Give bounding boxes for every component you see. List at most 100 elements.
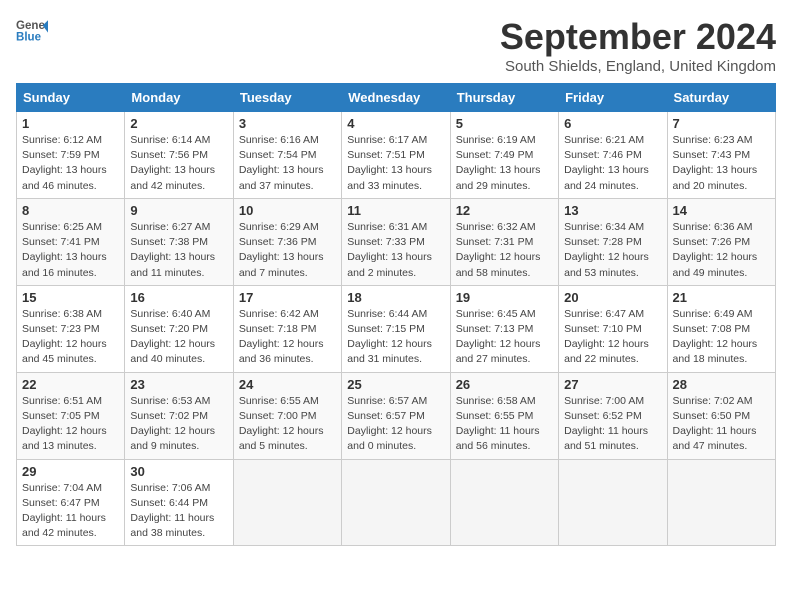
title-area: September 2024 South Shields, England, U… — [500, 16, 776, 75]
calendar-week-row: 8Sunrise: 6:25 AM Sunset: 7:41 PM Daylig… — [17, 198, 776, 285]
day-info: Sunrise: 7:02 AM Sunset: 6:50 PM Dayligh… — [673, 394, 770, 455]
day-number: 6 — [564, 116, 661, 131]
calendar-cell: 22Sunrise: 6:51 AM Sunset: 7:05 PM Dayli… — [17, 372, 125, 459]
day-info: Sunrise: 6:47 AM Sunset: 7:10 PM Dayligh… — [564, 307, 661, 368]
day-number: 19 — [456, 290, 553, 305]
day-info: Sunrise: 6:16 AM Sunset: 7:54 PM Dayligh… — [239, 133, 336, 194]
day-info: Sunrise: 6:12 AM Sunset: 7:59 PM Dayligh… — [22, 133, 119, 194]
day-number: 20 — [564, 290, 661, 305]
day-info: Sunrise: 6:42 AM Sunset: 7:18 PM Dayligh… — [239, 307, 336, 368]
day-info: Sunrise: 6:45 AM Sunset: 7:13 PM Dayligh… — [456, 307, 553, 368]
calendar-cell: 13 Sunrise: 6:34 AM Sunset: 7:28 PM Dayli… — [559, 198, 667, 285]
day-info: Sunrise: 6:32 AM Sunset: 7:31 PM Dayligh… — [456, 220, 553, 281]
day-number: 2 — [130, 116, 227, 131]
calendar-cell-empty — [559, 459, 667, 546]
day-info: Sunrise: 7:04 AM Sunset: 6:47 PM Dayligh… — [22, 481, 119, 542]
day-info: Sunrise: 6:44 AM Sunset: 7:15 PM Dayligh… — [347, 307, 444, 368]
location-subtitle: South Shields, England, United Kingdom — [500, 58, 776, 75]
calendar-cell: 3 Sunrise: 6:16 AM Sunset: 7:54 PM Daylig… — [233, 112, 341, 199]
day-number: 16 — [130, 290, 227, 305]
calendar-cell: 30 Sunrise: 7:06 AM Sunset: 6:44 PM Dayli… — [125, 459, 233, 546]
calendar-table: SundayMondayTuesdayWednesdayThursdayFrid… — [16, 83, 776, 546]
calendar-cell: 11Sunrise: 6:31 AM Sunset: 7:33 PM Dayli… — [342, 198, 450, 285]
day-number: 13 — [564, 203, 661, 218]
weekday-header-cell: Sunday — [17, 84, 125, 112]
calendar-cell: 4 Sunrise: 6:17 AM Sunset: 7:51 PM Daylig… — [342, 112, 450, 199]
day-info: Sunrise: 6:55 AM Sunset: 7:00 PM Dayligh… — [239, 394, 336, 455]
calendar-week-row: 29 Sunrise: 7:04 AM Sunset: 6:47 PM Dayli… — [17, 459, 776, 546]
day-info: Sunrise: 6:36 AM Sunset: 7:26 PM Dayligh… — [673, 220, 770, 281]
day-number: 22 — [22, 377, 119, 392]
day-info: Sunrise: 6:40 AM Sunset: 7:20 PM Dayligh… — [130, 307, 227, 368]
day-info: Sunrise: 6:34 AM Sunset: 7:28 PM Dayligh… — [564, 220, 661, 281]
calendar-cell: 1 Sunrise: 6:12 AM Sunset: 7:59 PM Daylig… — [17, 112, 125, 199]
calendar-cell: 14 Sunrise: 6:36 AM Sunset: 7:26 PM Dayli… — [667, 198, 775, 285]
day-number: 27 — [564, 377, 661, 392]
calendar-cell: 8Sunrise: 6:25 AM Sunset: 7:41 PM Daylig… — [17, 198, 125, 285]
logo: General Blue — [16, 16, 48, 44]
day-number: 1 — [22, 116, 119, 131]
day-info: Sunrise: 6:25 AM Sunset: 7:41 PM Dayligh… — [22, 220, 119, 281]
day-number: 4 — [347, 116, 444, 131]
day-info: Sunrise: 6:17 AM Sunset: 7:51 PM Dayligh… — [347, 133, 444, 194]
day-info: Sunrise: 6:21 AM Sunset: 7:46 PM Dayligh… — [564, 133, 661, 194]
calendar-cell: 9 Sunrise: 6:27 AM Sunset: 7:38 PM Daylig… — [125, 198, 233, 285]
day-number: 7 — [673, 116, 770, 131]
logo-icon: General Blue — [16, 16, 48, 44]
day-info: Sunrise: 6:27 AM Sunset: 7:38 PM Dayligh… — [130, 220, 227, 281]
weekday-header-cell: Monday — [125, 84, 233, 112]
calendar-header-row: SundayMondayTuesdayWednesdayThursdayFrid… — [17, 84, 776, 112]
weekday-header-cell: Tuesday — [233, 84, 341, 112]
calendar-cell: 26 Sunrise: 6:58 AM Sunset: 6:55 PM Dayli… — [450, 372, 558, 459]
calendar-week-row: 1 Sunrise: 6:12 AM Sunset: 7:59 PM Daylig… — [17, 112, 776, 199]
day-number: 21 — [673, 290, 770, 305]
day-info: Sunrise: 6:14 AM Sunset: 7:56 PM Dayligh… — [130, 133, 227, 194]
calendar-cell: 28 Sunrise: 7:02 AM Sunset: 6:50 PM Dayli… — [667, 372, 775, 459]
day-number: 18 — [347, 290, 444, 305]
day-number: 24 — [239, 377, 336, 392]
weekday-header-cell: Saturday — [667, 84, 775, 112]
day-number: 12 — [456, 203, 553, 218]
day-number: 15 — [22, 290, 119, 305]
calendar-cell: 15Sunrise: 6:38 AM Sunset: 7:23 PM Dayli… — [17, 285, 125, 372]
day-info: Sunrise: 6:53 AM Sunset: 7:02 PM Dayligh… — [130, 394, 227, 455]
month-title: September 2024 — [500, 16, 776, 58]
calendar-cell: 2 Sunrise: 6:14 AM Sunset: 7:56 PM Daylig… — [125, 112, 233, 199]
day-number: 29 — [22, 464, 119, 479]
calendar-cell: 16 Sunrise: 6:40 AM Sunset: 7:20 PM Dayli… — [125, 285, 233, 372]
day-info: Sunrise: 6:19 AM Sunset: 7:49 PM Dayligh… — [456, 133, 553, 194]
day-number: 26 — [456, 377, 553, 392]
calendar-cell: 17 Sunrise: 6:42 AM Sunset: 7:18 PM Dayli… — [233, 285, 341, 372]
day-number: 30 — [130, 464, 227, 479]
day-info: Sunrise: 7:00 AM Sunset: 6:52 PM Dayligh… — [564, 394, 661, 455]
day-info: Sunrise: 6:49 AM Sunset: 7:08 PM Dayligh… — [673, 307, 770, 368]
day-number: 23 — [130, 377, 227, 392]
calendar-cell: 29 Sunrise: 7:04 AM Sunset: 6:47 PM Dayli… — [17, 459, 125, 546]
weekday-header-cell: Wednesday — [342, 84, 450, 112]
day-number: 17 — [239, 290, 336, 305]
calendar-week-row: 22Sunrise: 6:51 AM Sunset: 7:05 PM Dayli… — [17, 372, 776, 459]
calendar-cell: 21 Sunrise: 6:49 AM Sunset: 7:08 PM Dayli… — [667, 285, 775, 372]
day-info: Sunrise: 6:29 AM Sunset: 7:36 PM Dayligh… — [239, 220, 336, 281]
day-number: 9 — [130, 203, 227, 218]
day-info: Sunrise: 6:57 AM Sunset: 6:57 PM Dayligh… — [347, 394, 444, 455]
day-number: 25 — [347, 377, 444, 392]
calendar-cell: 24 Sunrise: 6:55 AM Sunset: 7:00 PM Dayli… — [233, 372, 341, 459]
weekday-header-cell: Friday — [559, 84, 667, 112]
calendar-cell: 12 Sunrise: 6:32 AM Sunset: 7:31 PM Dayli… — [450, 198, 558, 285]
calendar-cell: 6 Sunrise: 6:21 AM Sunset: 7:46 PM Daylig… — [559, 112, 667, 199]
calendar-cell: 19 Sunrise: 6:45 AM Sunset: 7:13 PM Dayli… — [450, 285, 558, 372]
calendar-cell: 5Sunrise: 6:19 AM Sunset: 7:49 PM Daylig… — [450, 112, 558, 199]
calendar-cell-empty — [342, 459, 450, 546]
day-info: Sunrise: 6:58 AM Sunset: 6:55 PM Dayligh… — [456, 394, 553, 455]
calendar-week-row: 15Sunrise: 6:38 AM Sunset: 7:23 PM Dayli… — [17, 285, 776, 372]
day-info: Sunrise: 7:06 AM Sunset: 6:44 PM Dayligh… — [130, 481, 227, 542]
day-number: 3 — [239, 116, 336, 131]
calendar-cell-empty — [667, 459, 775, 546]
day-number: 10 — [239, 203, 336, 218]
calendar-cell: 18 Sunrise: 6:44 AM Sunset: 7:15 PM Dayli… — [342, 285, 450, 372]
svg-text:Blue: Blue — [16, 32, 42, 44]
day-number: 28 — [673, 377, 770, 392]
day-number: 14 — [673, 203, 770, 218]
calendar-cell: 23 Sunrise: 6:53 AM Sunset: 7:02 PM Dayli… — [125, 372, 233, 459]
